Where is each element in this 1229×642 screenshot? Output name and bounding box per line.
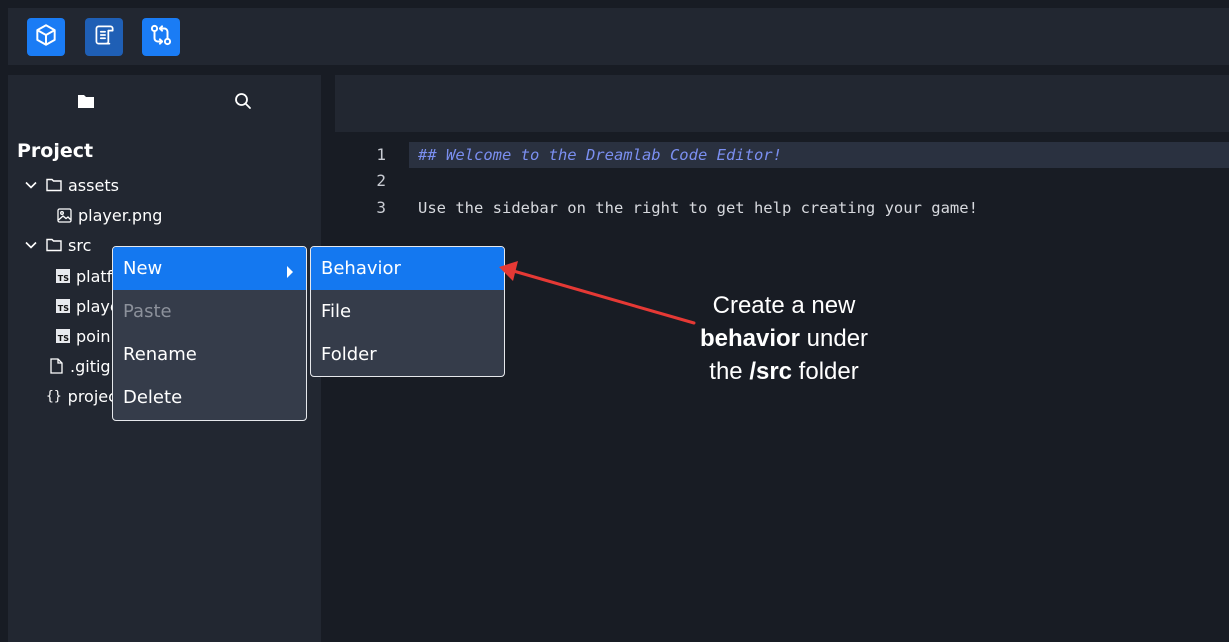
- source-control-button[interactable]: [142, 18, 180, 56]
- menu-item-label: New: [123, 258, 163, 279]
- tree-folder-src[interactable]: src: [24, 233, 91, 257]
- menu-item-label: Behavior: [321, 258, 401, 279]
- typescript-icon: TS: [56, 329, 70, 343]
- menu-item-label: Delete: [123, 387, 183, 408]
- menu-item-label: File: [321, 301, 352, 322]
- image-file-icon: [56, 207, 72, 223]
- annotation-line: behavior under: [699, 325, 869, 352]
- submenu-item-folder[interactable]: Folder: [311, 333, 504, 376]
- folder-outline-icon: [46, 177, 62, 193]
- line-number: 1: [376, 145, 386, 164]
- json-braces-icon: {}: [46, 388, 62, 404]
- submenu-item-file[interactable]: File: [311, 290, 504, 333]
- tree-folder-assets[interactable]: assets: [24, 173, 119, 197]
- menu-item-paste[interactable]: Paste: [113, 290, 306, 333]
- tree-item-label: platf: [76, 266, 113, 286]
- annotation-line: Create a new: [712, 292, 856, 319]
- menu-item-label: Paste: [123, 301, 172, 322]
- tree-file-ts[interactable]: TS poin: [56, 324, 111, 348]
- tree-item-label: assets: [68, 175, 119, 195]
- menu-item-new[interactable]: New: [113, 247, 306, 290]
- tree-item-label: src: [68, 235, 92, 255]
- files-tab[interactable]: [74, 91, 98, 115]
- tree-file-gitignore[interactable]: .gitign: [48, 354, 121, 378]
- search-tab[interactable]: [231, 91, 255, 115]
- typescript-icon: TS: [56, 269, 70, 283]
- tree-file-ts[interactable]: TS playe: [56, 294, 120, 318]
- editor-tab-bar: [335, 75, 1229, 132]
- tree-item-label: poin: [76, 326, 111, 346]
- chevron-down-icon: [24, 178, 38, 192]
- line-number: 2: [376, 171, 386, 190]
- tree-file-json[interactable]: {} projec: [46, 384, 117, 408]
- code-line-heading[interactable]: ## Welcome to the Dreamlab Code Editor!: [418, 142, 782, 168]
- tree-item-label: player.png: [78, 205, 163, 225]
- tree-file-ts[interactable]: TS platf: [56, 264, 112, 288]
- line-number: 3: [376, 198, 386, 217]
- cube-button[interactable]: [27, 18, 65, 56]
- typescript-icon: TS: [56, 299, 70, 313]
- tree-file-player-png[interactable]: player.png: [56, 203, 162, 227]
- chevron-down-icon: [24, 238, 38, 252]
- file-icon: [48, 358, 64, 374]
- annotation-callout: Create a new behavior under the /src fol…: [676, 289, 892, 388]
- menu-item-delete[interactable]: Delete: [113, 376, 306, 419]
- folder-icon: [77, 93, 95, 113]
- context-menu: New Paste Rename Delete: [112, 246, 307, 421]
- cube-icon: [33, 22, 59, 52]
- top-toolbar: [8, 8, 1229, 65]
- folder-outline-icon: [46, 237, 62, 253]
- caret-right-icon: [286, 262, 294, 283]
- scroll-icon: [91, 22, 117, 52]
- scripts-button[interactable]: [85, 18, 123, 56]
- menu-item-label: Rename: [123, 344, 197, 365]
- annotation-line: the /src folder: [709, 358, 859, 385]
- search-icon: [234, 92, 252, 114]
- submenu-item-behavior[interactable]: Behavior: [311, 247, 504, 290]
- menu-item-label: Folder: [321, 344, 377, 365]
- project-title: Project: [17, 140, 94, 162]
- new-submenu: Behavior File Folder: [310, 246, 505, 377]
- code-line-text[interactable]: Use the sidebar on the right to get help…: [418, 195, 978, 221]
- tree-item-label: projec: [67, 386, 117, 406]
- git-compare-icon: [148, 22, 174, 52]
- menu-item-rename[interactable]: Rename: [113, 333, 306, 376]
